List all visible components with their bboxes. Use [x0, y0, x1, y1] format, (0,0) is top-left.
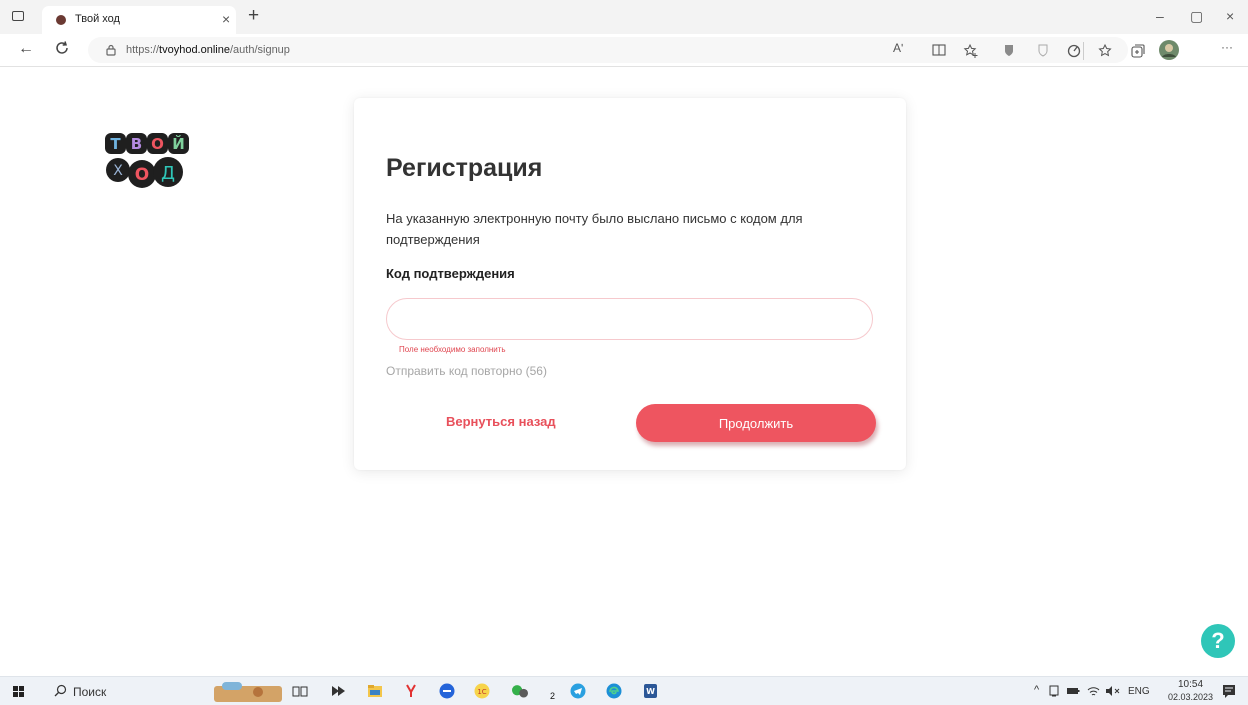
windows-start-icon[interactable] — [13, 686, 24, 697]
toolbar-divider — [1083, 42, 1084, 60]
meet-now-icon[interactable] — [1048, 685, 1060, 697]
app-icon-1c[interactable]: 1С — [474, 683, 490, 699]
description-text: На указанную электронную почту было высл… — [386, 211, 803, 247]
task-view-icon[interactable] — [292, 683, 308, 699]
browser-tab-bar: Твой ход × + – ▢ × — [0, 0, 1248, 34]
file-explorer-icon[interactable] — [367, 683, 383, 699]
confirmation-code-input[interactable] — [386, 298, 873, 340]
logo-letter-i: Й — [172, 134, 185, 153]
go-back-link[interactable]: Вернуться назад — [446, 414, 556, 429]
extension-icon[interactable] — [1002, 43, 1018, 59]
telegram-icon[interactable] — [570, 683, 586, 699]
clock-time: 10:54 — [1178, 679, 1204, 690]
word-icon[interactable]: W — [642, 683, 658, 699]
favorites-icon[interactable] — [1097, 43, 1113, 59]
back-arrow-icon[interactable]: ← — [18, 40, 34, 58]
logo[interactable]: Т В О Й Х О Д — [104, 130, 200, 194]
messenger-icon[interactable] — [512, 683, 528, 699]
yandex-icon[interactable] — [403, 683, 419, 699]
more-icon[interactable]: ··· — [1221, 40, 1237, 56]
code-field-label: Код подтверждения — [386, 266, 515, 281]
clock[interactable]: 10:54 02.03.2023 — [1168, 679, 1213, 703]
logo-letter-v: В — [131, 135, 142, 153]
language-indicator[interactable]: ENG — [1128, 686, 1150, 697]
search-highlight-icon[interactable] — [214, 680, 282, 702]
app-icon-blue[interactable] — [439, 683, 455, 699]
new-tab-button[interactable]: + — [248, 6, 259, 26]
svg-text:1С: 1С — [477, 688, 486, 696]
chevron-up-icon[interactable]: ^ — [1034, 684, 1039, 696]
notifications-icon[interactable] — [1222, 684, 1236, 698]
logo-letter-h: Х — [113, 163, 123, 179]
favicon-icon — [56, 15, 66, 25]
lock-icon[interactable] — [104, 43, 118, 57]
continue-button[interactable]: Продолжить — [636, 404, 876, 442]
tab-actions-icon[interactable] — [12, 11, 24, 21]
minimize-button[interactable]: – — [1156, 7, 1164, 25]
wifi-icon[interactable] — [1087, 685, 1100, 697]
reload-icon[interactable] — [52, 38, 72, 58]
read-aloud-icon[interactable]: Aʹ — [893, 41, 909, 57]
logo-letter-d: Д — [161, 163, 175, 184]
battery-icon[interactable] — [1066, 685, 1080, 697]
performance-icon[interactable] — [1066, 43, 1082, 59]
taskbar-search-label[interactable]: Поиск — [73, 685, 106, 699]
messenger-badge: 2 — [550, 691, 556, 701]
logo-letter-t: Т — [110, 135, 121, 153]
resend-code-link[interactable]: Отправить код повторно (56) — [386, 364, 547, 378]
tab-title: Твой ход — [75, 13, 120, 25]
immersive-reader-icon[interactable] — [932, 43, 948, 59]
url-text[interactable]: https://tvoyhod.online/auth/signup — [126, 44, 290, 56]
address-toolbar: ← https://tvoyhod.online/auth/signup Aʹ … — [0, 34, 1248, 67]
page-title: Регистрация — [386, 154, 543, 182]
shield-icon[interactable] — [1036, 43, 1052, 59]
favorites-add-icon[interactable] — [963, 43, 979, 59]
volume-muted-icon[interactable] — [1105, 685, 1121, 697]
search-icon[interactable] — [54, 684, 67, 697]
close-window-button[interactable]: × — [1226, 7, 1234, 25]
browser-tab[interactable]: Твой ход × — [42, 6, 236, 34]
collections-icon[interactable] — [1130, 43, 1146, 59]
terminal-icon[interactable] — [330, 683, 346, 699]
error-message: Поле необходимо заполнить — [399, 345, 506, 354]
signup-card: Регистрация На указанную электронную поч… — [354, 98, 906, 470]
tab-close-icon[interactable]: × — [222, 11, 230, 27]
restore-button[interactable]: ▢ — [1190, 7, 1203, 25]
logo-letter-o2: О — [135, 165, 149, 185]
clock-date: 02.03.2023 — [1168, 692, 1214, 702]
edge-icon[interactable] — [606, 683, 622, 699]
profile-avatar[interactable] — [1158, 39, 1180, 61]
logo-letter-o: О — [151, 135, 164, 153]
svg-text:W: W — [646, 687, 655, 696]
windows-taskbar: Поиск 1С 2 W ^ ENG 10:54 02.03.2023 — [0, 676, 1248, 705]
help-button[interactable]: ? — [1201, 624, 1235, 658]
